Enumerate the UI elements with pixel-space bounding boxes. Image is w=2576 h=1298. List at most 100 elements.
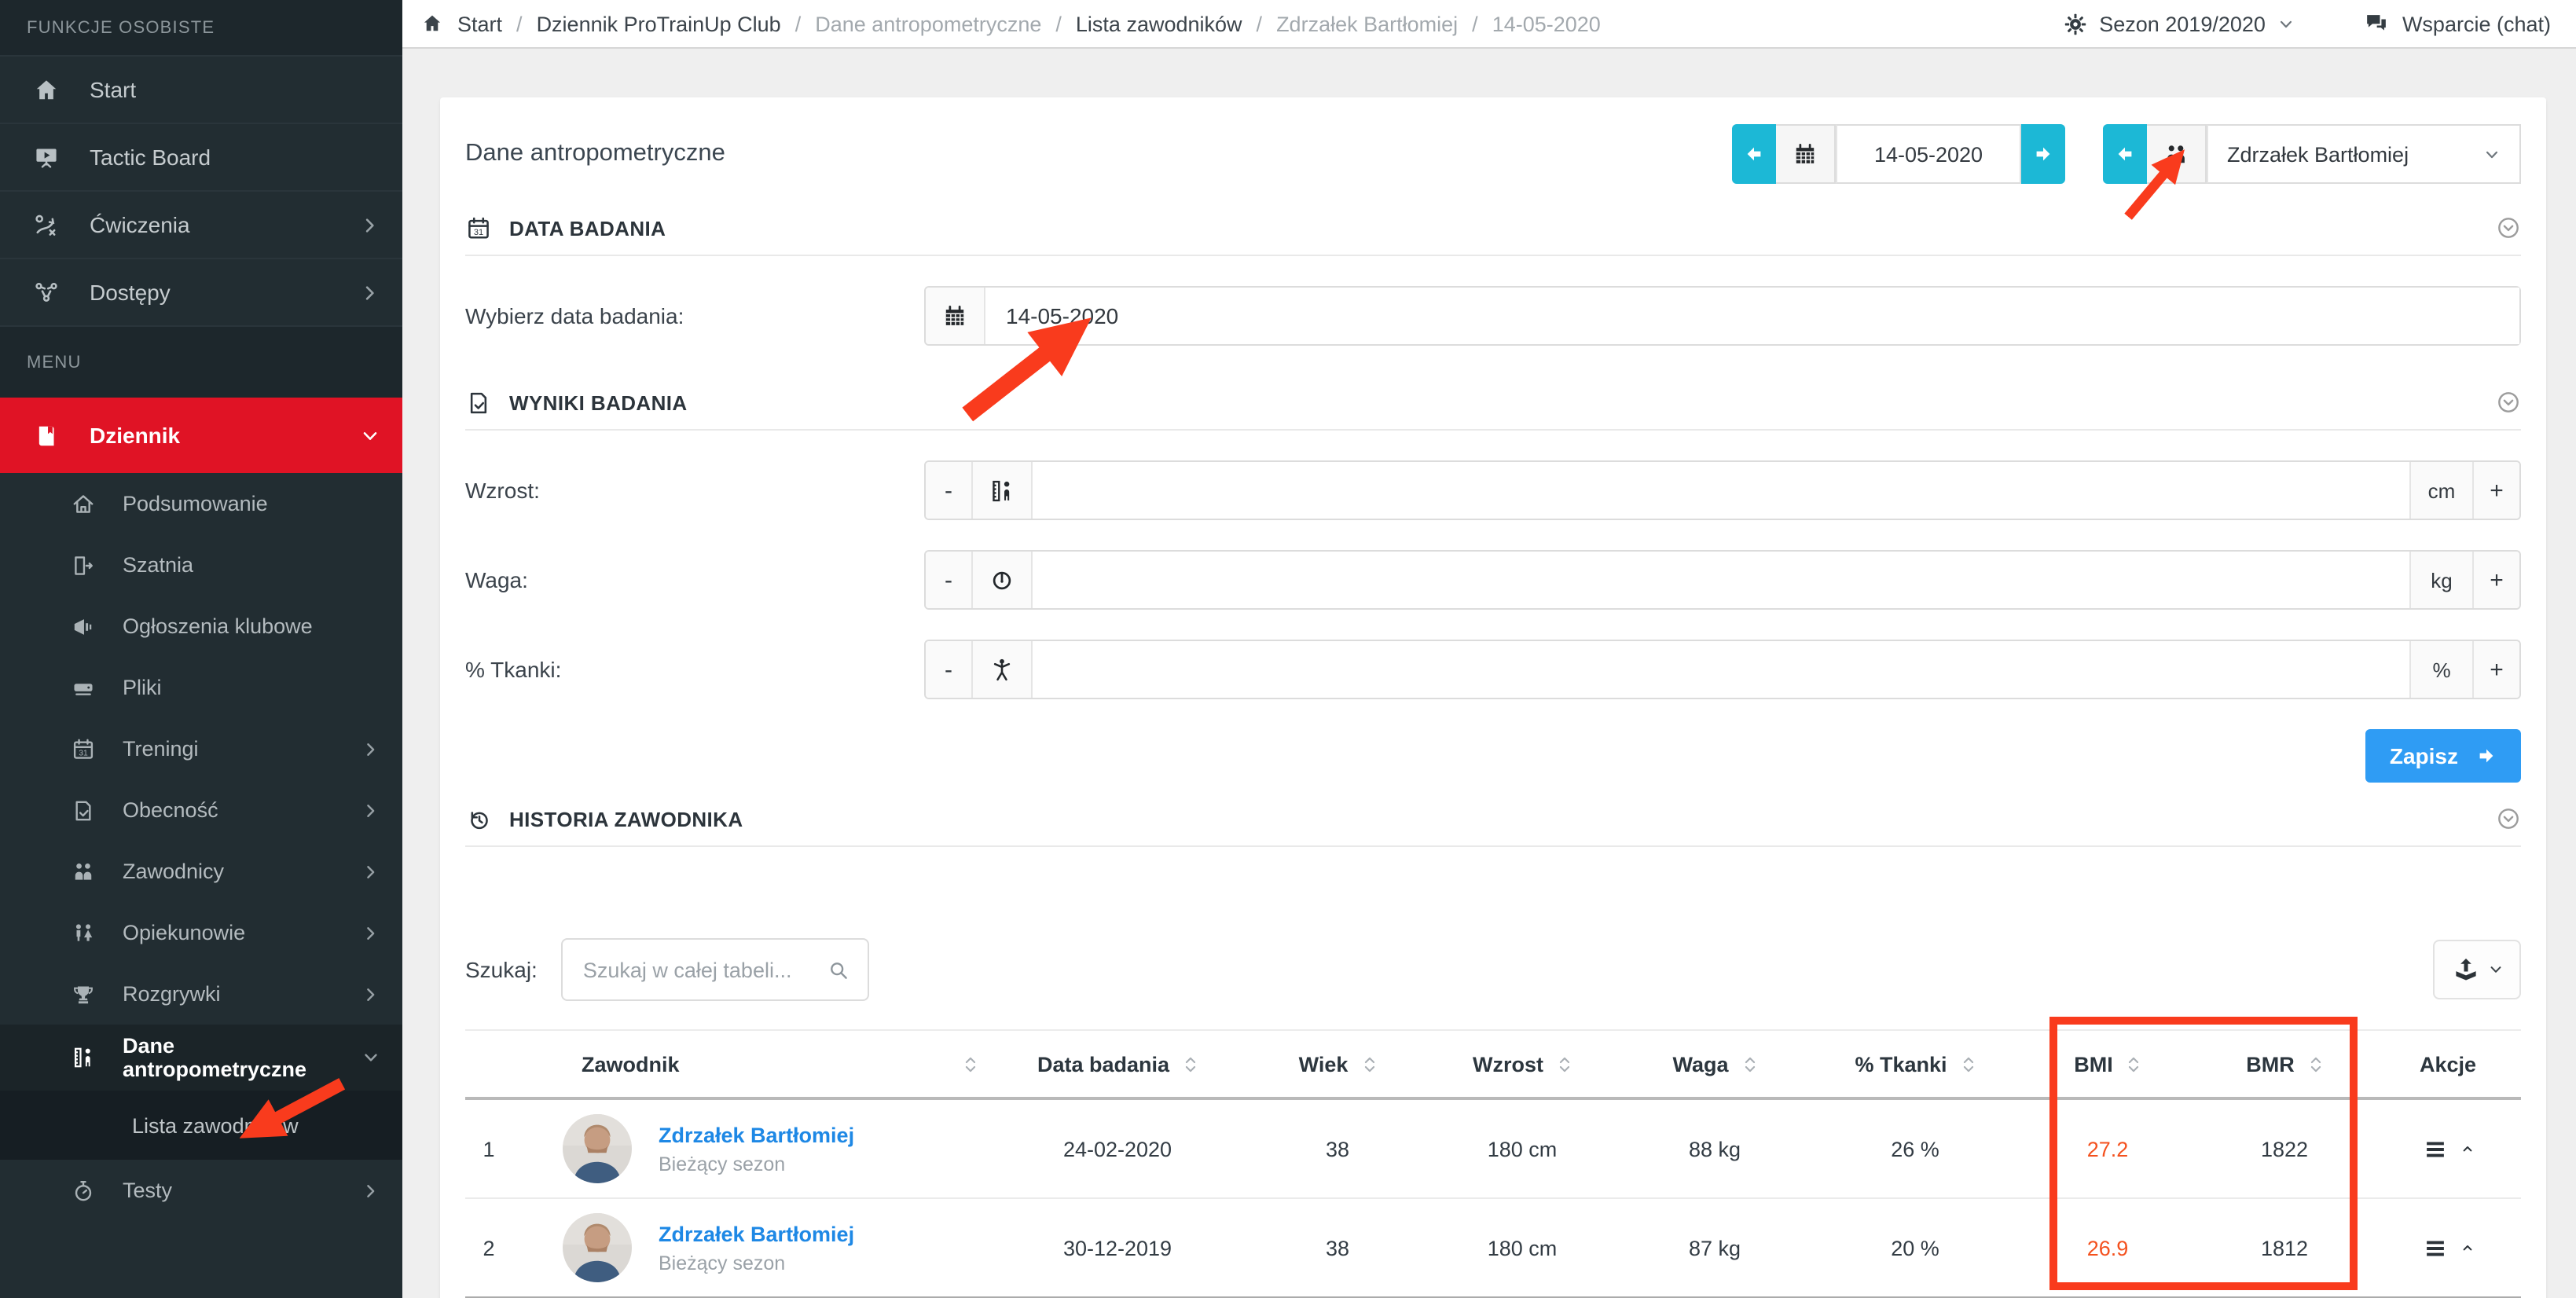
- chevron-down-icon: [360, 425, 380, 446]
- sidebar-item-start[interactable]: Start: [0, 55, 402, 123]
- plus-stepper[interactable]: +: [2472, 641, 2519, 698]
- minus-stepper[interactable]: -: [926, 462, 973, 519]
- sidebar-item-cwiczenia[interactable]: Ćwiczenia: [0, 190, 402, 258]
- header-wiek[interactable]: Wiek: [1251, 1052, 1424, 1076]
- sidebar-item-tactic-board[interactable]: Tactic Board: [0, 123, 402, 190]
- export-button[interactable]: [2433, 940, 2521, 999]
- wzrost-input-group: - cm +: [924, 460, 2521, 520]
- date-next-button[interactable]: [2021, 124, 2065, 184]
- minus-stepper[interactable]: -: [926, 641, 973, 698]
- sidebar-item-ogloszenia[interactable]: Ogłoszenia klubowe: [0, 596, 402, 657]
- cell-height: 180 cm: [1424, 1236, 1620, 1260]
- sort-icon: [2127, 1054, 2141, 1074]
- sidebar-item-label: Testy: [123, 1179, 361, 1202]
- cell-fat: 20 %: [1809, 1236, 2021, 1260]
- header-zawodnik[interactable]: Zawodnik: [512, 1052, 984, 1076]
- tkanki-input[interactable]: [1033, 641, 2409, 698]
- sidebar-item-zawodnicy[interactable]: Zawodnicy: [0, 841, 402, 902]
- table-row: 2 Zdrzałek Bartłomiej Bieżący sezon 30-1…: [465, 1197, 2521, 1296]
- player-link[interactable]: Zdrzałek Bartłomiej: [659, 1222, 854, 1245]
- collapse-circle-icon[interactable]: [2496, 215, 2521, 240]
- header-bmi[interactable]: BMI: [2021, 1052, 2194, 1076]
- gear-icon: [2063, 12, 2086, 35]
- breadcrumb-date: 14-05-2020: [1492, 12, 1601, 35]
- breadcrumb-player[interactable]: Zdrzałek Bartłomiej: [1276, 12, 1458, 35]
- sidebar-item-label: Podsumowanie: [123, 492, 380, 515]
- waga-unit: kg: [2409, 552, 2472, 608]
- breadcrumb-separator: /: [795, 12, 802, 35]
- topbar-right: Sezon 2019/2020 Wsparcie (chat): [2063, 11, 2551, 36]
- season-selector[interactable]: Sezon 2019/2020: [2063, 12, 2295, 35]
- menu-burger-icon: [2421, 1135, 2448, 1162]
- breadcrumb-dziennik[interactable]: Dziennik ProTrainUp Club: [537, 12, 781, 35]
- sidebar-item-testy[interactable]: Testy: [0, 1160, 402, 1221]
- breadcrumb-lista[interactable]: Lista zawodników: [1076, 12, 1242, 35]
- breadcrumb-start[interactable]: Start: [457, 12, 502, 35]
- cell-bmr: 1812: [2194, 1236, 2375, 1260]
- search-box: [561, 938, 869, 1001]
- chevron-right-icon: [361, 984, 380, 1003]
- date-input[interactable]: [985, 288, 2519, 344]
- sidebar-item-szatnia[interactable]: Szatnia: [0, 534, 402, 596]
- sidebar-submenu: Podsumowanie Szatnia Ogłoszenia klubowe …: [0, 473, 402, 1221]
- header-waga[interactable]: Waga: [1620, 1052, 1809, 1076]
- section-historia: HISTORIA ZAWODNIKA: [465, 792, 2521, 847]
- waga-input-group: - kg +: [924, 550, 2521, 610]
- header-data-badania[interactable]: Data badania: [984, 1052, 1251, 1076]
- row-actions-button[interactable]: [2375, 1234, 2521, 1261]
- avatar: [563, 1213, 632, 1282]
- megaphone-icon: [71, 614, 96, 639]
- minus-stepper[interactable]: -: [926, 552, 973, 608]
- plus-stepper[interactable]: +: [2472, 552, 2519, 608]
- cell-height: 180 cm: [1424, 1137, 1620, 1160]
- sort-icon: [963, 1054, 978, 1074]
- header-bmr[interactable]: BMR: [2194, 1052, 2375, 1076]
- sidebar-item-treningi[interactable]: Treningi: [0, 718, 402, 779]
- wzrost-unit: cm: [2409, 462, 2472, 519]
- sidebar-item-pliki[interactable]: Pliki: [0, 657, 402, 718]
- history-clock-icon: [465, 805, 492, 832]
- collapse-circle-icon[interactable]: [2496, 390, 2521, 415]
- date-nav-value[interactable]: 14-05-2020: [1836, 124, 2021, 184]
- waga-label: Waga:: [465, 567, 924, 592]
- breadcrumb-separator: /: [1257, 12, 1263, 35]
- header-wzrost[interactable]: Wzrost: [1424, 1052, 1620, 1076]
- chevron-right-icon: [361, 1181, 380, 1200]
- wzrost-input[interactable]: [1033, 462, 2409, 519]
- save-button[interactable]: Zapisz: [2366, 729, 2521, 783]
- sidebar-item-dostepy[interactable]: Dostępy: [0, 258, 402, 325]
- header-label: BMR: [2246, 1052, 2295, 1076]
- sidebar-item-obecnosc[interactable]: Obecność: [0, 779, 402, 841]
- document-icon: [465, 389, 492, 416]
- sidebar-item-rozgrywki[interactable]: Rozgrywki: [0, 963, 402, 1025]
- sidebar-item-label: Ćwiczenia: [90, 212, 360, 237]
- date-prev-button[interactable]: [1732, 124, 1776, 184]
- sidebar-item-podsumowanie[interactable]: Podsumowanie: [0, 473, 402, 534]
- header-controls: 14-05-2020 Zdrzałek Bartłomiej: [1732, 124, 2521, 184]
- support-chat-button[interactable]: Wsparcie (chat): [2365, 11, 2551, 36]
- row-actions-button[interactable]: [2375, 1135, 2521, 1162]
- sidebar-item-opiekunowie[interactable]: Opiekunowie: [0, 902, 402, 963]
- header-tkanki[interactable]: % Tkanki: [1809, 1052, 2021, 1076]
- height-measure-icon: [71, 1045, 96, 1070]
- player-select[interactable]: Zdrzałek Bartłomiej: [2207, 124, 2521, 184]
- breadcrumb-dane[interactable]: Dane antropometryczne: [815, 12, 1041, 35]
- collapse-circle-icon[interactable]: [2496, 806, 2521, 831]
- content-card: Dane antropometryczne 14-05-2020: [440, 97, 2546, 1298]
- search-input[interactable]: [580, 956, 827, 983]
- sidebar: FUNKCJE OSOBISTE Start Tactic Board Ćwic…: [0, 0, 402, 1298]
- waga-input[interactable]: [1033, 552, 2409, 608]
- table-header-row: Zawodnik Data badania Wiek Wzrost Waga %…: [465, 1029, 2521, 1100]
- header-label: Zawodnik: [582, 1052, 680, 1076]
- player-navigator: Zdrzałek Bartłomiej: [2103, 124, 2521, 184]
- plus-stepper[interactable]: +: [2472, 462, 2519, 519]
- sidebar-item-dziennik[interactable]: Dziennik: [0, 398, 402, 473]
- sidebar-item-label: Treningi: [123, 737, 361, 761]
- player-prev-button[interactable]: [2103, 124, 2147, 184]
- player-link[interactable]: Zdrzałek Bartłomiej: [659, 1123, 854, 1146]
- sidebar-item-lista-zawodnikow[interactable]: Lista zawodników: [0, 1091, 402, 1160]
- date-field-label: Wybierz data badania:: [465, 303, 924, 328]
- sidebar-item-dane-antropometryczne[interactable]: Dane antropometryczne: [0, 1025, 402, 1091]
- calendar-icon: [941, 302, 968, 329]
- section-title: HISTORIA ZAWODNIKA: [509, 807, 2496, 830]
